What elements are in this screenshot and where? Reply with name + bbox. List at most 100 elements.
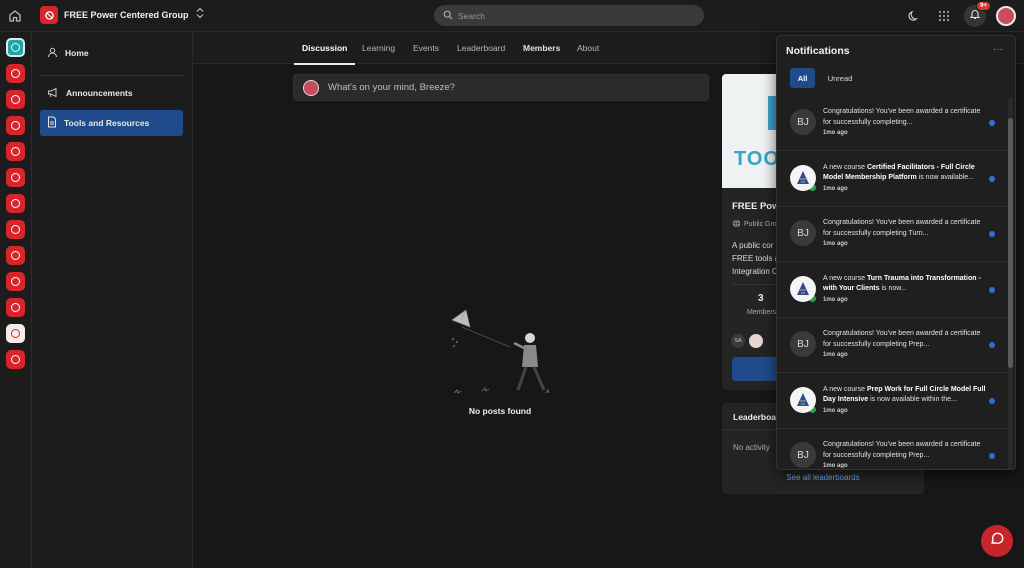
tab-events[interactable]: Events — [413, 32, 439, 64]
active-tab-indicator — [294, 63, 356, 65]
notification-time: 1mo ago — [823, 130, 848, 136]
notifications-list: BJ Congratulations! You've been awarded a… — [777, 96, 1007, 468]
tab-learning[interactable]: Learning — [362, 32, 395, 64]
tab-discussion[interactable]: Discussion — [294, 32, 356, 65]
notification-time: 1mo ago — [823, 463, 848, 468]
rail-group-icon[interactable] — [6, 324, 25, 343]
composer-placeholder: What's on your mind, Breeze? — [328, 82, 455, 93]
rail-group-icon[interactable] — [6, 168, 25, 187]
notification-time: 1mo ago — [823, 241, 848, 247]
unread-dot — [989, 175, 995, 182]
unread-dot — [989, 397, 995, 404]
notification-item[interactable]: BJ Congratulations! You've been awarded a… — [777, 96, 1007, 151]
search-input[interactable] — [458, 10, 678, 21]
group-type-label: Public Gro — [744, 221, 777, 228]
avatar: BJ — [790, 109, 816, 135]
home-icon[interactable] — [6, 7, 24, 25]
sidebar: Home Announcements Tools and Resources — [32, 32, 193, 568]
tab-about[interactable]: About — [577, 32, 599, 64]
avatar[interactable] — [749, 334, 763, 348]
moon-icon[interactable] — [904, 6, 924, 26]
scrollbar-thumb[interactable] — [1008, 118, 1013, 368]
notification-text-part: Congratulations! You've been awarded a c… — [823, 108, 981, 126]
notification-item[interactable]: A new course Prep Work for Full Circle M… — [777, 374, 1007, 429]
notification-item[interactable]: BJ Congratulations! You've been awarded a… — [777, 429, 1007, 468]
notification-item[interactable]: BJ Congratulations! You've been awarded a… — [777, 207, 1007, 262]
notification-text: A new course Turn Trauma into Transforma… — [823, 274, 986, 306]
avatar: BJ — [790, 442, 816, 468]
post-composer[interactable]: What's on your mind, Breeze? — [293, 74, 709, 101]
notification-text: A new course Prep Work for Full Circle M… — [823, 385, 986, 417]
notifications-panel: Notifications ··· All Unread BJ Congratul… — [776, 35, 1016, 470]
group-switcher[interactable]: FREE Power Centered Group — [40, 6, 205, 24]
sidebar-item-tools-and-resources[interactable]: Tools and Resources — [40, 110, 183, 136]
notification-text: Congratulations! You've been awarded a c… — [823, 329, 986, 361]
group-logo — [40, 6, 58, 24]
notification-item[interactable]: BJ Congratulations! You've been awarded a… — [777, 318, 1007, 373]
divider — [40, 75, 183, 76]
filter-unread-button[interactable]: Unread — [821, 68, 859, 88]
chat-icon — [989, 531, 1005, 552]
notification-badge: 9+ — [976, 1, 991, 11]
rail-group-icon[interactable] — [6, 116, 25, 135]
top-bar: FREE Power Centered Group 9+ — [0, 0, 1024, 32]
notification-text-part: A new course — [823, 274, 867, 282]
notification-item[interactable]: A new course Turn Trauma into Transforma… — [777, 263, 1007, 318]
course-logo-icon — [790, 386, 816, 413]
avatar[interactable]: SA — [731, 334, 745, 348]
rail-group-active-icon[interactable] — [6, 38, 25, 57]
rail-group-icon[interactable] — [6, 298, 25, 317]
sidebar-item-announcements[interactable]: Announcements — [40, 80, 183, 106]
tab-label: Learning — [362, 43, 396, 53]
notification-text: A new course Certified Facilitators - Fu… — [823, 163, 986, 195]
tab-leaderboard[interactable]: Leaderboard — [457, 32, 505, 64]
group-type: Public Gro — [732, 219, 777, 230]
course-logo-icon — [790, 275, 816, 302]
rail-group-icon[interactable] — [6, 64, 25, 83]
more-options-icon[interactable]: ··· — [993, 44, 1003, 55]
notification-item[interactable]: A new course Certified Facilitators - Fu… — [777, 152, 1007, 207]
kite-illustration — [451, 309, 550, 394]
notification-time: 1mo ago — [823, 296, 848, 303]
see-all-leaderboards-link[interactable]: See all leaderboards — [722, 473, 924, 482]
unread-dot — [989, 453, 995, 459]
sidebar-item-label: Tools and Resources — [64, 118, 150, 128]
scrollbar[interactable] — [1008, 98, 1013, 469]
notifications-button[interactable]: 9+ — [964, 1, 991, 27]
rail-group-icon[interactable] — [6, 246, 25, 265]
notification-text-part: Congratulations! You've been awarded a c… — [823, 441, 981, 459]
chevron-updown-icon[interactable] — [195, 6, 205, 24]
notification-text-part: is now available... — [916, 174, 974, 181]
filter-all-button[interactable]: All — [790, 68, 815, 88]
document-icon — [47, 116, 57, 130]
apps-grid-icon[interactable] — [934, 6, 954, 26]
notification-time: 1mo ago — [823, 352, 848, 358]
tab-label: About — [577, 43, 600, 53]
notification-text-part: A new course — [823, 163, 867, 171]
rail-group-icon[interactable] — [6, 90, 25, 109]
chat-fab-button[interactable] — [981, 525, 1013, 557]
rail-group-icon[interactable] — [6, 220, 25, 239]
user-icon — [47, 47, 58, 60]
avatar — [303, 79, 319, 96]
notification-text-part: is now... — [879, 285, 907, 292]
rail-group-icon[interactable] — [6, 350, 25, 369]
avatar: BJ — [790, 220, 816, 246]
search-bar[interactable] — [434, 5, 704, 26]
notification-text-part: A new course — [823, 385, 867, 393]
user-avatar[interactable] — [996, 6, 1016, 26]
banner-graphic — [768, 96, 776, 130]
rail-group-icon[interactable] — [6, 142, 25, 161]
notification-text-part: Congratulations! You've been awarded a c… — [823, 219, 981, 237]
globe-icon — [732, 219, 741, 230]
avatar: BJ — [790, 331, 816, 357]
sidebar-item-home[interactable]: Home — [40, 40, 183, 66]
unread-dot — [989, 342, 995, 348]
megaphone-icon — [47, 87, 59, 100]
search-icon — [443, 7, 453, 25]
course-logo-icon — [790, 164, 816, 191]
rail-group-icon[interactable] — [6, 272, 25, 291]
tab-members[interactable]: Members — [523, 32, 560, 64]
empty-state: No posts found — [440, 305, 560, 420]
rail-group-icon[interactable] — [6, 194, 25, 213]
